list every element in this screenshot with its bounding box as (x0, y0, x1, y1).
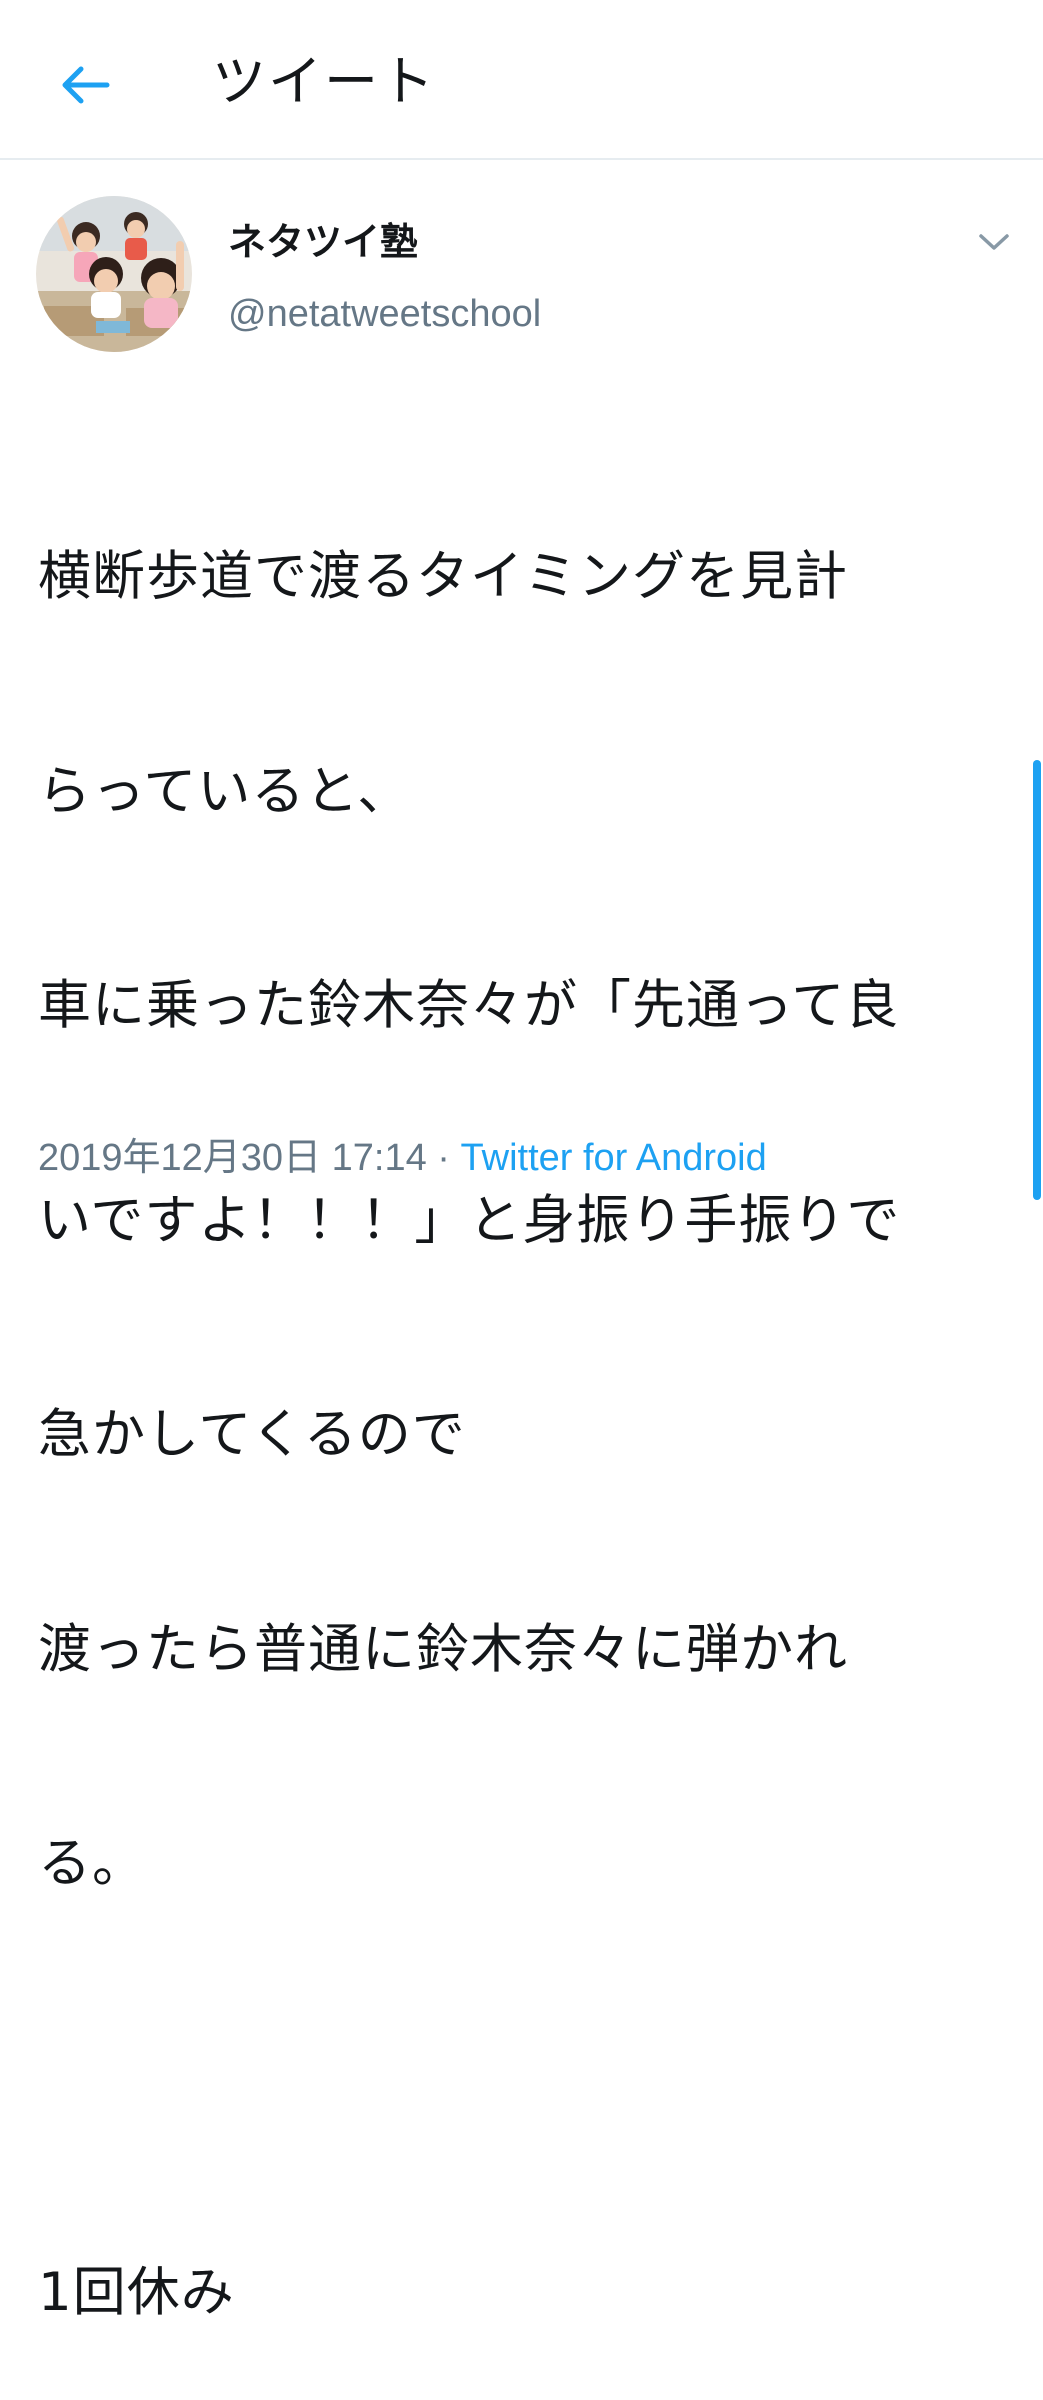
tweet-text-line (38, 2043, 1023, 2115)
tweet-source-link[interactable]: Twitter for Android (461, 1137, 767, 1179)
tweet-timestamp[interactable]: 2019年12月30日 17:14 (38, 1137, 427, 1179)
tweet-text-line: る。 (38, 1833, 146, 1894)
back-button[interactable] (40, 40, 130, 130)
scrollbar[interactable] (1033, 760, 1041, 1200)
arrow-left-icon (62, 66, 110, 104)
tweet-text-line: らっていると、 (38, 760, 412, 822)
avatar[interactable] (36, 196, 192, 352)
top-bar: ツイート (0, 0, 1043, 160)
profile-photo-classroom (36, 196, 192, 352)
tweet-text-line: いですよ！！！」と身振り手振りで (38, 1189, 901, 1251)
page-title: ツイート (212, 50, 436, 113)
author-display-name[interactable]: ネタツイ塾 (228, 214, 418, 270)
tweet-text-line: 渡ったら普通に鈴木奈々に弾かれ (38, 1618, 848, 1680)
tweet-meta: 2019年12月30日 17:14 · Twitter for Android (38, 1130, 767, 1186)
tweet-text: 横断歩道で渡るタイミングを見計 らっていると、 車に乗った鈴木奈々が「先通って良… (38, 398, 1023, 2400)
chevron-down-icon (979, 234, 1009, 250)
tweet-text-line: 急かしてくるので (38, 1404, 466, 1465)
author-handle[interactable]: @netatweetschool (228, 286, 541, 342)
tweet-text-line: 車に乗った鈴木奈々が「先通って良 (38, 975, 900, 1036)
tweet-text-line: 1回休み (38, 2262, 235, 2323)
meta-separator: · (426, 1137, 461, 1179)
tweet-options-button[interactable] (964, 214, 1024, 270)
tweet-text-line: 横断歩道で渡るタイミングを見計 (38, 546, 848, 607)
